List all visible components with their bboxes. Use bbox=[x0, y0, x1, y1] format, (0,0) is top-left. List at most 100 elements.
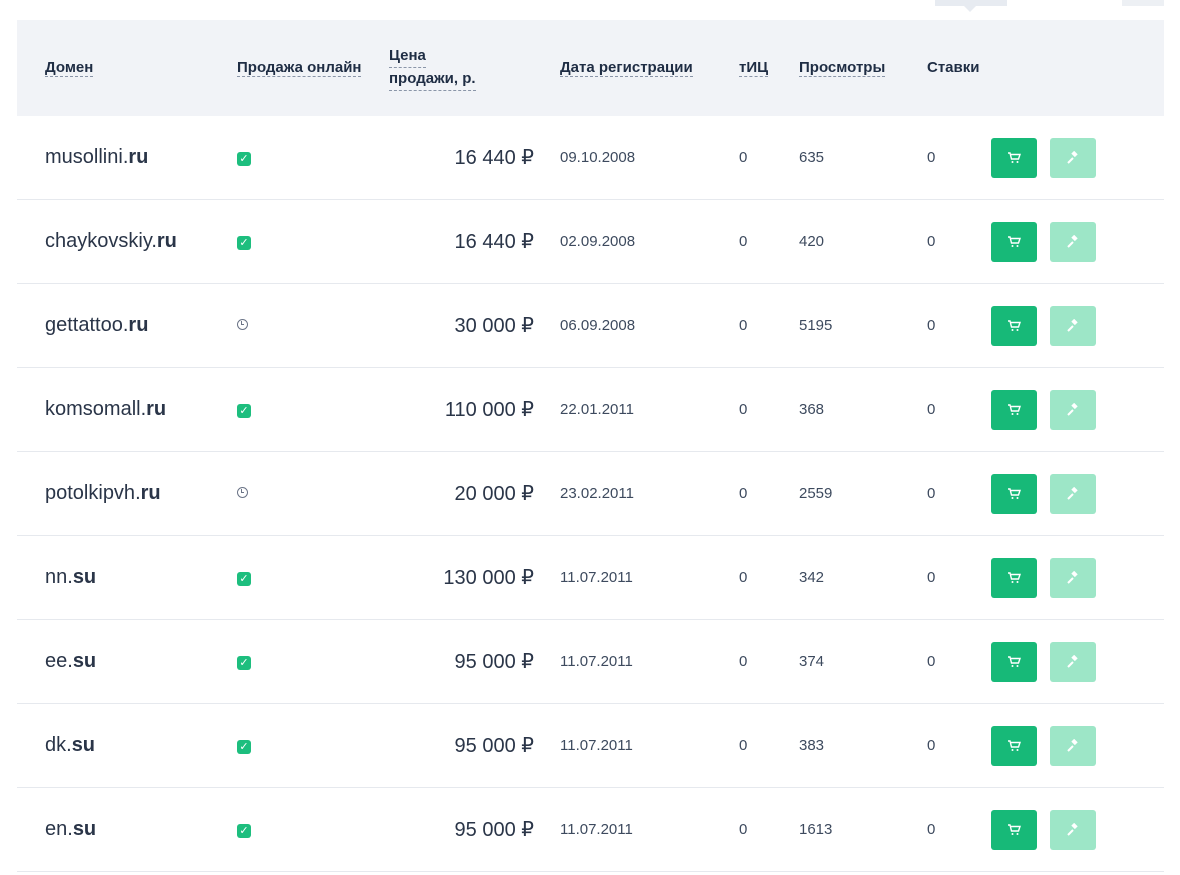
domain-zone: ru bbox=[156, 230, 177, 252]
buy-button[interactable] bbox=[991, 641, 1037, 682]
views-value: 5195 bbox=[799, 317, 833, 334]
caret-down-icon bbox=[964, 6, 976, 12]
registration-date: 06.09.2008 bbox=[560, 317, 636, 334]
sort-domain-link[interactable]: Домен bbox=[45, 59, 94, 77]
online-status: ✓ bbox=[227, 569, 379, 587]
check-icon: ✓ bbox=[237, 655, 251, 670]
domain-cell[interactable]: gettattoo.ru bbox=[17, 314, 227, 337]
gavel-icon bbox=[1067, 486, 1078, 500]
domain-cell[interactable]: musollini.ru bbox=[17, 146, 227, 169]
table-row: nn.su ✓ 130 000 ₽ 11.07.2011 0 342 0 bbox=[17, 536, 1164, 620]
header-views[interactable]: Просмотры bbox=[774, 57, 902, 79]
sort-price-link-line2[interactable]: продажи, р. bbox=[389, 68, 476, 91]
registration-date: 23.02.2011 bbox=[560, 485, 634, 502]
tic-value: 0 bbox=[739, 569, 748, 586]
header-online[interactable]: Продажа онлайн bbox=[227, 57, 379, 79]
domain-name: komsomall bbox=[45, 398, 141, 420]
domain-link[interactable]: ee.su bbox=[45, 650, 96, 672]
domain-name: chaykovskiy bbox=[45, 230, 152, 252]
buy-button[interactable] bbox=[991, 809, 1037, 850]
table-row: gettattoo.ru 30 000 ₽ 06.09.2008 0 5195 0 bbox=[17, 284, 1164, 368]
bid-button[interactable] bbox=[1050, 389, 1096, 430]
domain-cell[interactable]: dk.su bbox=[17, 734, 227, 757]
price-value: 20 000 ₽ bbox=[454, 483, 534, 505]
table-row: musollini.ru ✓ 16 440 ₽ 09.10.2008 0 635 0 bbox=[17, 116, 1164, 200]
domain-link[interactable]: dk.su bbox=[45, 734, 95, 756]
price-cell: 95 000 ₽ bbox=[379, 817, 534, 842]
domain-cell[interactable]: ee.su bbox=[17, 650, 227, 673]
registration-date: 02.09.2008 bbox=[560, 233, 636, 250]
tic-value: 0 bbox=[739, 149, 748, 166]
bids-value: 0 bbox=[927, 317, 936, 334]
domain-cell[interactable]: potolkipvh.ru bbox=[17, 482, 227, 505]
gavel-icon bbox=[1067, 402, 1078, 416]
buy-button[interactable] bbox=[991, 557, 1037, 598]
price-cell: 20 000 ₽ bbox=[379, 481, 534, 506]
header-date[interactable]: Дата регистрации bbox=[534, 57, 714, 79]
bid-button[interactable] bbox=[1050, 137, 1096, 178]
cart-icon bbox=[1008, 151, 1021, 163]
buy-button[interactable] bbox=[991, 305, 1037, 346]
buy-button[interactable] bbox=[991, 137, 1037, 178]
bid-button[interactable] bbox=[1050, 557, 1096, 598]
bids-value: 0 bbox=[927, 569, 936, 586]
sort-views-link[interactable]: Просмотры bbox=[799, 59, 886, 77]
domain-link[interactable]: en.su bbox=[45, 818, 96, 840]
views-value: 1613 bbox=[799, 821, 833, 838]
domain-link[interactable]: chaykovskiy.ru bbox=[45, 230, 177, 252]
sort-tic-link[interactable]: тИЦ bbox=[739, 59, 769, 77]
buy-button[interactable] bbox=[991, 473, 1037, 514]
cart-icon bbox=[1008, 487, 1021, 499]
bid-button[interactable] bbox=[1050, 221, 1096, 262]
bids-value: 0 bbox=[927, 821, 936, 838]
tic-value: 0 bbox=[739, 821, 748, 838]
domain-link[interactable]: nn.su bbox=[45, 566, 96, 588]
price-value: 30 000 ₽ bbox=[454, 315, 534, 337]
header-bids-label: Ставки bbox=[927, 59, 980, 76]
cart-icon bbox=[1008, 739, 1021, 751]
price-value: 110 000 ₽ bbox=[444, 399, 534, 421]
domain-name: potolkipvh bbox=[45, 482, 136, 504]
domain-link[interactable]: potolkipvh.ru bbox=[45, 482, 161, 504]
top-control[interactable] bbox=[1122, 0, 1164, 6]
buy-button[interactable] bbox=[991, 221, 1037, 262]
header-domain[interactable]: Домен bbox=[17, 57, 227, 79]
check-icon: ✓ bbox=[237, 235, 251, 250]
gavel-icon bbox=[1067, 654, 1078, 668]
domain-cell[interactable]: en.su bbox=[17, 818, 227, 841]
buy-button[interactable] bbox=[991, 389, 1037, 430]
online-status bbox=[227, 317, 379, 335]
domain-cell[interactable]: komsomall.ru bbox=[17, 398, 227, 421]
row-actions bbox=[991, 473, 1164, 514]
buy-button[interactable] bbox=[991, 725, 1037, 766]
bid-button[interactable] bbox=[1050, 809, 1096, 850]
domain-link[interactable]: gettattoo.ru bbox=[45, 314, 148, 336]
sort-price-link-line1[interactable]: Цена bbox=[389, 45, 426, 68]
registration-date: 11.07.2011 bbox=[560, 653, 633, 670]
domain-cell[interactable]: chaykovskiy.ru bbox=[17, 230, 227, 253]
bids-value: 0 bbox=[927, 401, 936, 418]
cart-icon bbox=[1008, 823, 1021, 835]
cart-icon bbox=[1008, 319, 1021, 331]
header-price[interactable]: Цена продажи, р. bbox=[379, 45, 534, 91]
price-cell: 30 000 ₽ bbox=[379, 313, 534, 338]
domain-cell[interactable]: nn.su bbox=[17, 566, 227, 589]
sort-date-link[interactable]: Дата регистрации bbox=[560, 59, 693, 77]
gavel-icon bbox=[1067, 150, 1078, 164]
domain-name: ee bbox=[45, 650, 68, 672]
domain-link[interactable]: komsomall.ru bbox=[45, 398, 166, 420]
views-value: 2559 bbox=[799, 485, 833, 502]
domain-link[interactable]: musollini.ru bbox=[45, 146, 148, 168]
gavel-icon bbox=[1067, 318, 1078, 332]
header-tic[interactable]: тИЦ bbox=[714, 57, 774, 79]
sort-online-link[interactable]: Продажа онлайн bbox=[237, 59, 362, 77]
bid-button[interactable] bbox=[1050, 641, 1096, 682]
row-actions bbox=[991, 221, 1164, 262]
bid-button[interactable] bbox=[1050, 473, 1096, 514]
price-cell: 16 440 ₽ bbox=[379, 229, 534, 254]
online-status: ✓ bbox=[227, 821, 379, 839]
bid-button[interactable] bbox=[1050, 725, 1096, 766]
check-icon: ✓ bbox=[237, 739, 251, 754]
bid-button[interactable] bbox=[1050, 305, 1096, 346]
cart-icon bbox=[1008, 235, 1021, 247]
